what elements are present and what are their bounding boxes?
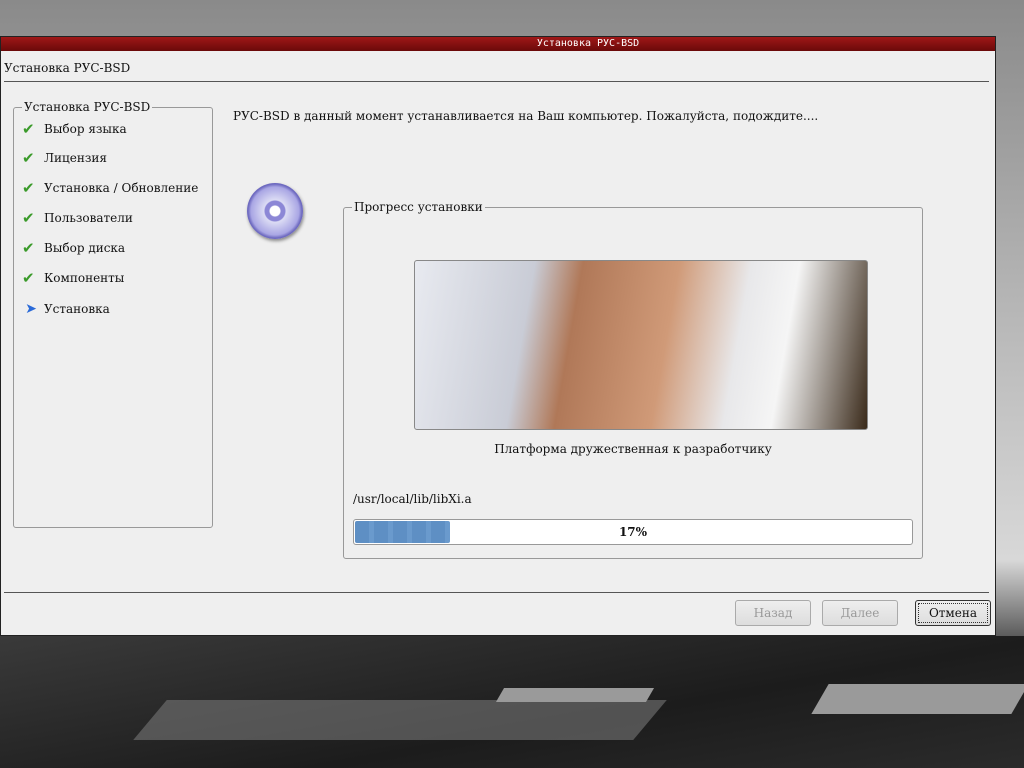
installer-window: Установка РУС-BSD Установка РУС-BSD Уста… [0,36,996,636]
step-item: ✔ Лицензия [22,149,107,167]
wallpaper-path [133,700,667,740]
checkmark-icon: ✔ [22,209,35,227]
checkmark-icon: ✔ [22,149,35,167]
progress-bar: 17% [353,519,913,545]
progress-legend: Прогресс установки [352,200,485,214]
divider [4,592,989,593]
status-message: РУС-BSD в данный момент устанавливается … [233,109,819,123]
step-label: Пользователи [44,211,133,225]
wallpaper-slab [495,688,655,702]
checkmark-icon: ✔ [22,120,35,138]
step-item: ✔ Выбор языка [22,120,127,138]
checkmark-icon: ✔ [22,239,35,257]
step-item: ✔ Пользователи [22,209,133,227]
step-item-current: ➤ Установка [22,301,110,317]
progress-group: Прогресс установки Платформа дружественн… [343,200,923,559]
progress-label: 17% [618,525,648,539]
current-arrow-icon: ➤ [25,301,37,317]
step-label: Выбор диска [44,241,126,255]
next-button[interactable]: Далее [822,600,898,626]
back-button[interactable]: Назад [735,600,811,626]
checkmark-icon: ✔ [22,179,35,197]
step-item: ✔ Компоненты [22,269,125,287]
slideshow-caption: Платформа дружественная к разработчику [494,442,772,456]
step-label: Установка [44,302,110,316]
checkmark-icon: ✔ [22,269,35,287]
window-titlebar[interactable]: Установка РУС-BSD [1,37,995,51]
step-item: ✔ Выбор диска [22,239,126,257]
current-file: /usr/local/lib/libXi.a [353,492,472,506]
step-label: Лицензия [44,151,107,165]
slideshow-image [414,260,868,430]
window-heading: Установка РУС-BSD [4,61,131,75]
cancel-button[interactable]: Отмена [915,600,991,626]
step-label: Выбор языка [44,122,127,136]
steps-panel: Установка РУС-BSD ✔ Выбор языка ✔ Лицензия… [13,100,213,528]
step-label: Установка / Обновление [44,181,199,195]
divider [4,81,989,82]
wallpaper-slab [811,684,1024,714]
step-item: ✔ Установка / Обновление [22,179,199,197]
step-label: Компоненты [44,271,125,285]
steps-legend: Установка РУС-BSD [22,100,153,114]
cd-icon [247,183,303,239]
